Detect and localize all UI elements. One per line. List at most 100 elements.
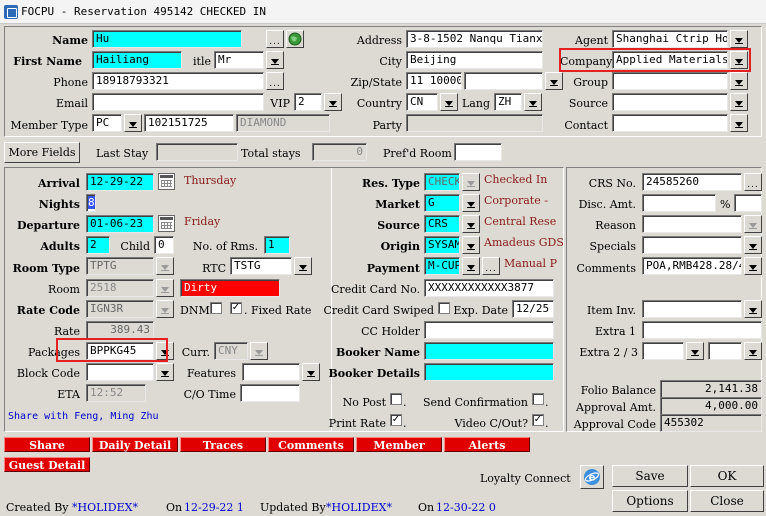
extra2-dropdown-button[interactable]	[686, 342, 704, 360]
adults-field[interactable]: 2	[86, 236, 110, 254]
ok-button[interactable]: OK	[690, 465, 764, 487]
group-dropdown-button[interactable]	[730, 72, 748, 90]
contact-dropdown-button[interactable]	[730, 114, 748, 132]
market-dropdown-button[interactable]	[462, 194, 480, 212]
room-dropdown-button[interactable]	[156, 279, 174, 297]
extra3-dropdown-button[interactable]	[744, 342, 762, 360]
exp-date-field[interactable]: 12/25	[512, 300, 554, 318]
tab-alerts[interactable]: Alerts	[444, 437, 530, 452]
email-field[interactable]	[92, 93, 264, 111]
res-source-field[interactable]: CRS	[424, 215, 460, 233]
rate-field[interactable]: 389.43	[86, 321, 154, 339]
calendar-icon[interactable]	[158, 215, 175, 232]
tab-guest-detail[interactable]: Guest Detail	[4, 457, 90, 472]
source-dropdown-button[interactable]	[730, 93, 748, 111]
cc-swiped-checkbox[interactable]	[438, 302, 450, 314]
currency-dropdown-button[interactable]	[250, 342, 268, 360]
origin-field[interactable]: SYSAM	[424, 236, 460, 254]
prefd-room-field[interactable]	[454, 143, 502, 161]
crs-number-field[interactable]: 24585260	[642, 173, 742, 191]
disc-amt-field[interactable]	[642, 194, 716, 212]
globe-icon[interactable]	[286, 30, 304, 48]
item-inv-field[interactable]	[642, 300, 742, 318]
comments-field[interactable]: POA,RMB428.28/41	[642, 257, 742, 275]
title-dropdown-button[interactable]	[266, 51, 284, 69]
video-checkout-checkbox[interactable]: ✓	[532, 414, 544, 426]
member-type-field[interactable]: PC	[92, 114, 122, 132]
source-field[interactable]	[612, 93, 728, 111]
eta-field[interactable]: 12:52	[86, 384, 146, 402]
specials-field[interactable]	[642, 236, 742, 254]
options-button[interactable]: Options	[612, 490, 688, 512]
more-fields-button[interactable]: More Fields	[4, 142, 80, 163]
specials-dropdown-button[interactable]	[744, 236, 762, 254]
cc-holder-field[interactable]	[424, 321, 554, 339]
arrival-field[interactable]: 12-29-22	[86, 173, 154, 191]
phone-field[interactable]: 18918793321	[92, 72, 264, 90]
reason-field[interactable]	[642, 215, 742, 233]
comments-dropdown-button[interactable]	[744, 257, 762, 275]
block-code-field[interactable]	[86, 363, 154, 381]
tab-traces[interactable]: Traces	[180, 437, 266, 452]
res-type-field[interactable]: CHECKI	[424, 173, 460, 191]
booker-name-field[interactable]	[424, 342, 554, 360]
payment-dropdown-button[interactable]	[462, 257, 480, 275]
origin-dropdown-button[interactable]	[462, 236, 480, 254]
market-field[interactable]: G	[424, 194, 460, 212]
extra2-field[interactable]	[642, 342, 684, 360]
booker-details-field[interactable]	[424, 363, 554, 381]
group-field[interactable]	[612, 72, 728, 90]
cc-number-field[interactable]: XXXXXXXXXXXX3877	[424, 279, 554, 297]
close-button[interactable]: Close	[690, 490, 764, 512]
address-field[interactable]: 3-8-1502 Nanqu Tianxin	[406, 30, 543, 48]
room-field[interactable]: 2518	[86, 279, 154, 297]
payment-field[interactable]: M-CUP	[424, 257, 460, 275]
tab-share[interactable]: Share	[4, 437, 90, 452]
tab-comments[interactable]: Comments	[268, 437, 354, 452]
res-source-dropdown-button[interactable]	[462, 215, 480, 233]
loyalty-connect-button[interactable]: e	[580, 465, 604, 489]
extra3-field[interactable]	[708, 342, 742, 360]
disc-percent-field[interactable]	[734, 194, 762, 212]
country-field[interactable]: CN	[406, 93, 438, 111]
agent-dropdown-button[interactable]	[730, 30, 748, 48]
calendar-icon[interactable]	[158, 173, 175, 190]
child-field[interactable]: 0	[154, 236, 174, 254]
no-post-checkbox[interactable]	[390, 393, 402, 405]
features-field[interactable]	[242, 363, 300, 381]
vip-field[interactable]: 2	[294, 93, 322, 111]
first-name-field[interactable]: Hailiang	[92, 51, 182, 69]
rtc-field[interactable]: TSTG	[230, 257, 292, 275]
phone-lookup-button[interactable]: ...	[266, 72, 284, 90]
fixed-rate-checkbox[interactable]: ✓	[230, 302, 242, 314]
block-code-dropdown-button[interactable]	[156, 363, 174, 381]
send-confirmation-checkbox[interactable]	[532, 393, 544, 405]
member-type-dropdown-button[interactable]	[124, 114, 142, 132]
name-field[interactable]: Hu	[92, 30, 242, 48]
rate-code-dropdown-button[interactable]	[156, 300, 174, 318]
no-rooms-field[interactable]: 1	[264, 236, 290, 254]
features-dropdown-button[interactable]	[302, 363, 320, 381]
agent-field[interactable]: Shanghai Ctrip Hong	[612, 30, 728, 48]
tab-daily-detail[interactable]: Daily Detail	[92, 437, 178, 452]
rate-code-field[interactable]: IGN3R	[86, 300, 154, 318]
lang-field[interactable]: ZH	[494, 93, 522, 111]
tab-member[interactable]: Member	[356, 437, 442, 452]
reason-dropdown-button[interactable]	[744, 215, 762, 233]
crs-details-button[interactable]: ...	[744, 173, 762, 191]
city-field[interactable]: Beijing	[406, 51, 543, 69]
payment-details-button[interactable]: ...	[482, 257, 500, 275]
currency-field[interactable]: CNY	[214, 342, 248, 360]
room-type-field[interactable]: TPTG	[86, 257, 154, 275]
rtc-dropdown-button[interactable]	[294, 257, 312, 275]
name-lookup-button[interactable]: ...	[266, 30, 284, 48]
dnm-checkbox[interactable]	[210, 302, 222, 314]
co-time-field[interactable]	[240, 384, 300, 402]
res-type-dropdown-button[interactable]	[462, 173, 480, 191]
contact-field[interactable]	[612, 114, 728, 132]
item-inv-dropdown-button[interactable]	[744, 300, 762, 318]
room-type-dropdown-button[interactable]	[156, 257, 174, 275]
print-rate-checkbox[interactable]: ✓	[390, 414, 402, 426]
nights-field[interactable]: 8	[86, 194, 96, 212]
country-dropdown-button[interactable]	[440, 93, 458, 111]
